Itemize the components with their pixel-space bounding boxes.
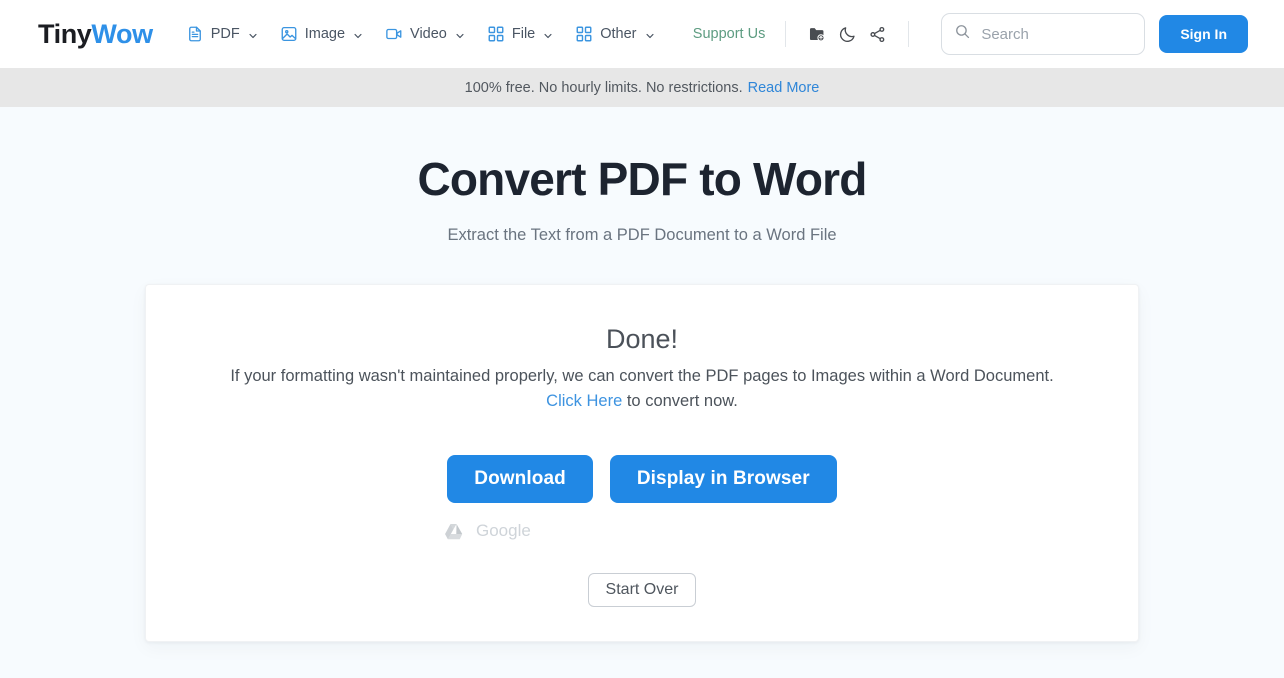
folder-upload-icon[interactable] [802,19,832,49]
read-more-link[interactable]: Read More [748,80,820,96]
result-description: If your formatting wasn't maintained pro… [176,364,1108,414]
site-header: TinyWow PDF Image Video File Other Suppo… [0,0,1284,68]
sign-in-button[interactable]: Sign In [1159,15,1248,53]
header-divider [785,21,787,47]
result-description-text: If your formatting wasn't maintained pro… [230,367,1054,386]
nav-item-pdf[interactable]: PDF [175,17,269,51]
cloud-save-row: Google [176,521,1108,541]
grid-file-icon [487,25,505,43]
header-actions: Support Us Search Sign In [689,13,1248,55]
result-description-suffix: to convert now. [622,392,738,411]
main-navigation: PDF Image Video File Other [175,17,666,51]
nav-item-video[interactable]: Video [374,17,476,51]
chevron-down-icon [645,29,655,39]
image-icon [280,25,298,43]
nav-item-other[interactable]: Other [564,17,665,51]
search-input[interactable] [981,25,1133,43]
video-camera-icon [385,25,403,43]
search-icon [954,23,981,45]
share-icon[interactable] [862,19,892,49]
display-in-browser-button[interactable]: Display in Browser [609,455,837,504]
action-button-row: Download Display in Browser [176,455,1108,504]
promo-banner: 100% free. No hourly limits. No restrict… [0,68,1284,107]
page-subtitle: Extract the Text from a PDF Document to … [447,226,837,245]
moon-dark-mode-icon[interactable] [832,19,862,49]
page-title: Convert PDF to Word [417,153,867,205]
status-heading: Done! [605,324,679,355]
chevron-down-icon [543,29,553,39]
google-drive-label[interactable]: Google [476,521,531,541]
search-box[interactable] [941,13,1146,55]
start-over-button[interactable]: Start Over [587,573,697,608]
support-us-link[interactable]: Support Us [689,20,770,48]
nav-item-file[interactable]: File [476,17,564,51]
nav-item-label: PDF [210,26,240,42]
nav-item-label: Image [304,26,346,42]
nav-item-label: Other [600,26,637,42]
hero-section: Convert PDF to Word Extract the Text fro… [0,107,1284,245]
nav-item-label: Video [410,26,447,42]
nav-item-label: File [511,26,536,42]
logo-text-primary: Tiny [38,18,92,49]
nav-item-image[interactable]: Image [269,17,374,51]
chevron-down-icon [353,29,363,39]
click-here-link[interactable]: Click Here [546,392,622,410]
result-card: Done! If your formatting wasn't maintain… [145,284,1139,643]
chevron-down-icon [455,29,465,39]
pdf-document-icon [186,25,204,43]
logo[interactable]: TinyWow [38,19,153,50]
header-divider-2 [908,21,910,47]
download-button[interactable]: Download [447,455,593,504]
start-over-row: Start Over [176,573,1108,608]
google-drive-icon[interactable] [444,523,463,540]
logo-text-secondary: Wow [91,18,153,49]
promo-banner-text: 100% free. No hourly limits. No restrict… [464,79,743,96]
grid-other-icon [575,25,593,43]
chevron-down-icon [248,29,258,39]
